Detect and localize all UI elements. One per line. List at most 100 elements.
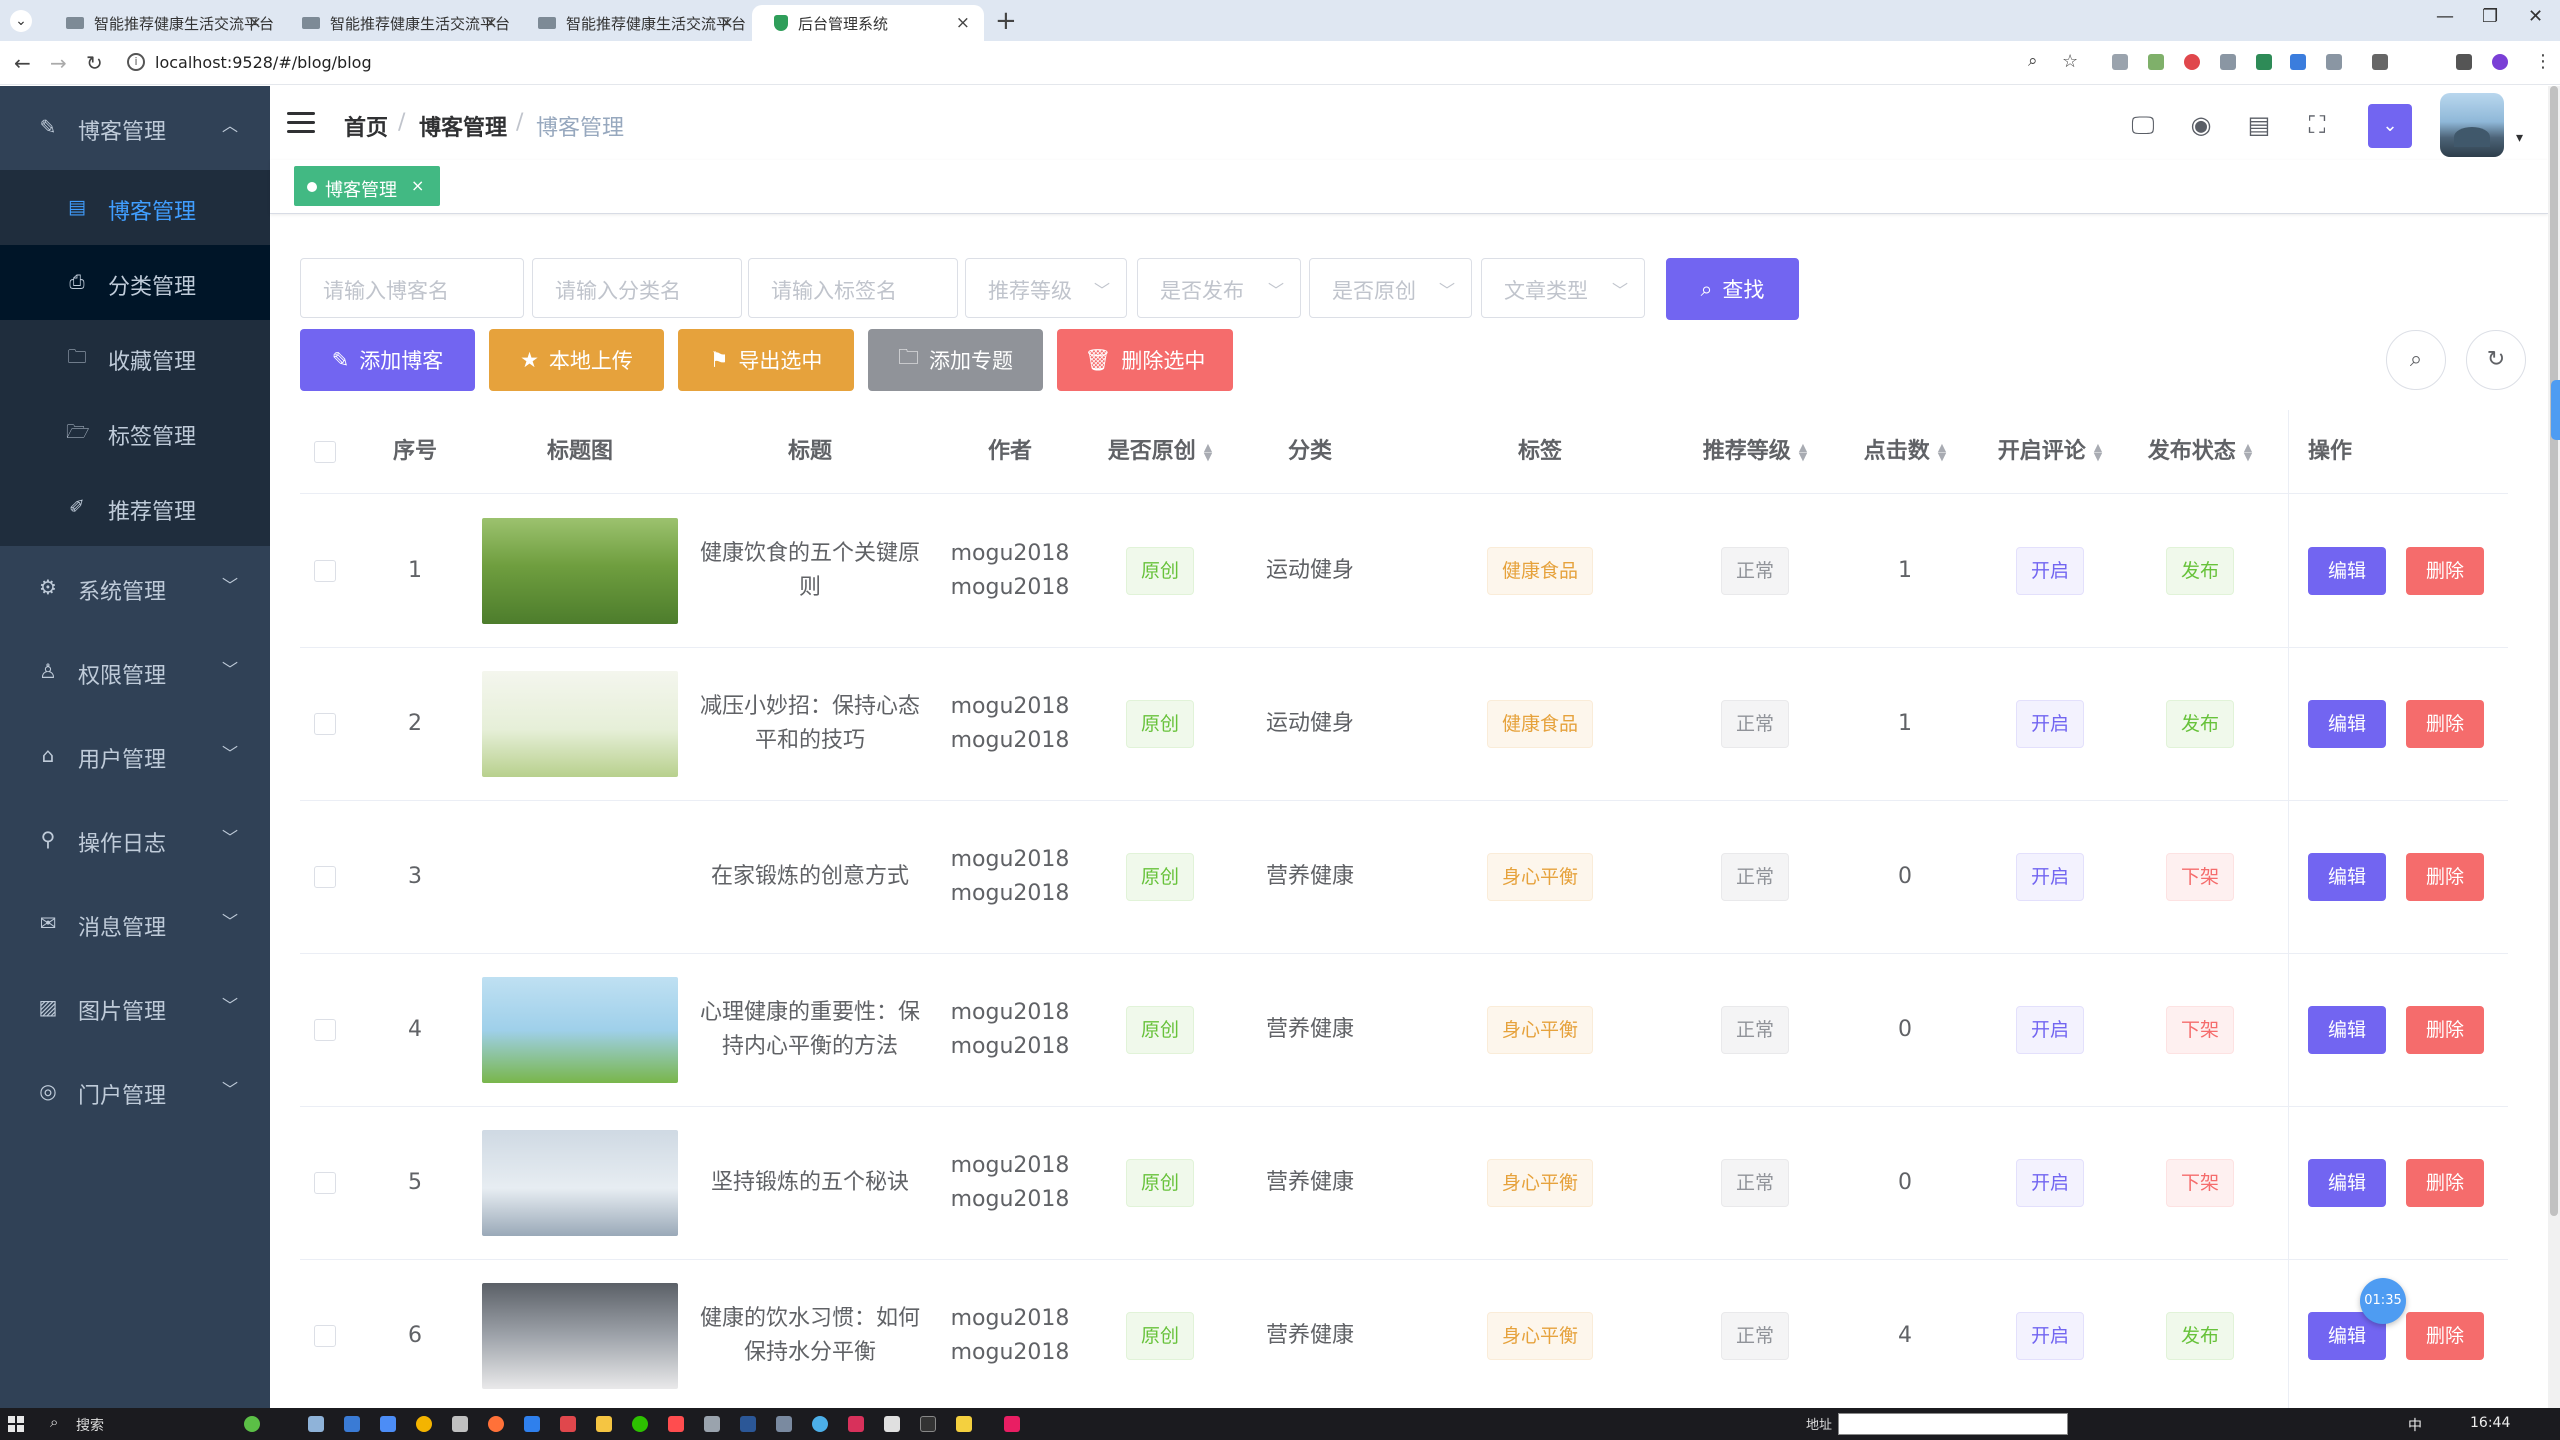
github-icon[interactable]: ◉	[2186, 110, 2216, 140]
sidebar-subitem-collect-manage[interactable]: 🗀 收藏管理	[0, 320, 270, 395]
jogger-photo[interactable]	[482, 1130, 678, 1236]
app-icon[interactable]	[776, 1416, 792, 1432]
more-menu-icon[interactable]: ⋮	[2534, 51, 2552, 72]
sprite-app-icon[interactable]	[244, 1416, 260, 1432]
sidebar-item-portal[interactable]: ◎ 门户管理 ﹀	[0, 1050, 270, 1134]
row-checkbox[interactable]	[314, 866, 336, 888]
tag-chip-blog[interactable]: 博客管理 ×	[294, 166, 440, 206]
table-row[interactable]: 2 减压小妙招：保持心态平和的技巧 mogu2018mogu2018 原创 运动…	[300, 648, 2508, 801]
app-icon[interactable]	[956, 1416, 972, 1432]
side-floating-tab[interactable]	[2551, 380, 2560, 440]
export-selected-button[interactable]: ⚑ 导出选中	[678, 329, 854, 391]
firefox-icon[interactable]	[488, 1416, 504, 1432]
bookmark-star-icon[interactable]: ☆	[2062, 51, 2078, 72]
vscode-icon[interactable]	[524, 1416, 540, 1432]
taskbar-clock[interactable]: 16:44	[2470, 1415, 2510, 1431]
app-icon[interactable]	[560, 1416, 576, 1432]
table-row[interactable]: 3 在家锻炼的创意方式 mogu2018mogu2018 原创 营养健康 身心平…	[300, 801, 2508, 954]
edit-button[interactable]: 编辑	[2308, 1159, 2387, 1207]
chrome-icon[interactable]	[416, 1416, 432, 1432]
sort-caret-icon[interactable]: ▲ ▼	[2244, 442, 2252, 462]
add-blog-button[interactable]: ✎ 添加博客	[300, 329, 475, 391]
publish-select[interactable]: 是否发布 ﹀	[1137, 258, 1301, 318]
add-subject-button[interactable]: 🗀 添加专题	[868, 329, 1043, 391]
document-list-icon[interactable]: ▤	[2244, 110, 2274, 140]
table-row[interactable]: 5 坚持锻炼的五个秘诀 mogu2018mogu2018 原创 营养健康 身心平…	[300, 1107, 2508, 1260]
blog-name-input[interactable]: 请输入博客名	[300, 258, 524, 318]
sidebar-item-picture[interactable]: ▨ 图片管理 ﹀	[0, 966, 270, 1050]
floating-timer-badge[interactable]: 01:35	[2360, 1278, 2406, 1324]
hamburger-menu-icon[interactable]	[287, 112, 315, 134]
close-tab-icon[interactable]: ×	[484, 13, 498, 33]
local-upload-button[interactable]: ★ 本地上传	[489, 329, 664, 391]
scrollbar-thumb[interactable]	[2550, 86, 2558, 1216]
refresh-icon[interactable]: ↻	[2466, 330, 2526, 390]
table-row[interactable]: 1 健康饮食的五个关键原则 mogu2018mogu2018 原创 运动健身 健…	[300, 495, 2508, 648]
avatar[interactable]	[2440, 93, 2504, 157]
sort-caret-icon[interactable]: ▲ ▼	[1799, 442, 1807, 462]
breadcrumb-home[interactable]: 首页	[344, 110, 388, 142]
download-icon[interactable]	[2372, 54, 2388, 70]
tag-name-input[interactable]: 请输入标签名	[748, 258, 958, 318]
table-row[interactable]: 4 心理健康的重要性：保持内心平衡的方法 mogu2018mogu2018 原创…	[300, 954, 2508, 1107]
caret-down-icon[interactable]: ▾	[2516, 130, 2523, 146]
sidebar-subitem-tag-manage[interactable]: 🗁 标签管理	[0, 395, 270, 470]
park-illustration[interactable]	[482, 671, 678, 777]
minimize-window-icon[interactable]: —	[2436, 6, 2454, 27]
sort-caret-icon[interactable]: ▲ ▼	[2094, 442, 2102, 462]
header-comment[interactable]: 开启评论 ▲ ▼	[1980, 410, 2120, 494]
translate-extension-icon[interactable]	[2290, 54, 2306, 70]
row-checkbox[interactable]	[314, 713, 336, 735]
app-icon[interactable]	[848, 1416, 864, 1432]
campaign-logo[interactable]	[482, 824, 678, 930]
browser-tab[interactable]: 智能推荐健康生活交流平台 ×	[280, 5, 512, 41]
image-extension-icon[interactable]	[2148, 54, 2164, 70]
clipboard-extension-icon[interactable]	[2220, 54, 2236, 70]
delete-button[interactable]: 删除	[2406, 547, 2485, 595]
table-row[interactable]: 6 健康的饮水习惯：如何保持水分平衡 mogu2018mogu2018 原创 营…	[300, 1260, 2508, 1413]
terminal-icon[interactable]	[740, 1416, 756, 1432]
sidebar-item-permission[interactable]: ♙ 权限管理 ﹀	[0, 630, 270, 714]
close-window-icon[interactable]: ✕	[2528, 6, 2543, 27]
profile-avatar-icon[interactable]	[2492, 54, 2508, 70]
edit-button[interactable]: 编辑	[2308, 547, 2387, 595]
level-select[interactable]: 推荐等级 ﹀	[965, 258, 1127, 318]
app-icon[interactable]	[920, 1416, 936, 1432]
forward-arrow-icon[interactable]: →	[50, 51, 67, 75]
url-input[interactable]: localhost:9528/#/blog/blog	[155, 53, 372, 72]
browser-tab-active[interactable]: 后台管理系统 ×	[752, 5, 984, 41]
header-status[interactable]: 发布状态 ▲ ▼	[2130, 410, 2270, 494]
sidebar-item-oplog[interactable]: ⚲ 操作日志 ﹀	[0, 798, 270, 882]
select-all-checkbox[interactable]	[314, 441, 336, 463]
page-scrollbar[interactable]	[2548, 86, 2560, 1408]
browser-tab[interactable]: 智能推荐健康生活交流平台 ×	[516, 5, 748, 41]
close-tag-icon[interactable]: ×	[411, 176, 424, 195]
shield-extension-icon[interactable]	[2184, 54, 2200, 70]
header-clicks[interactable]: 点击数 ▲ ▼	[1840, 410, 1970, 494]
sidepanel-icon[interactable]	[2456, 54, 2472, 70]
breadcrumb-blog[interactable]: 博客管理	[419, 110, 507, 142]
sidebar-item-system[interactable]: ⚙ 系统管理 ﹀	[0, 546, 270, 630]
search-button[interactable]: ⌕ 查找	[1666, 258, 1799, 320]
sort-caret-icon[interactable]: ▲ ▼	[1204, 442, 1212, 462]
tab-search-chevron-icon[interactable]: ⌄	[10, 10, 32, 32]
new-tab-plus-icon[interactable]: +	[995, 6, 1017, 36]
back-arrow-icon[interactable]: ←	[14, 51, 31, 75]
delete-selected-button[interactable]: 🗑 删除选中	[1057, 329, 1233, 391]
windows-start-icon[interactable]	[8, 1416, 24, 1432]
close-tab-icon[interactable]: ×	[956, 13, 970, 33]
header-original[interactable]: 是否原创 ▲ ▼	[1090, 410, 1230, 494]
row-checkbox[interactable]	[314, 1325, 336, 1347]
sort-name-input[interactable]: 请输入分类名	[532, 258, 742, 318]
zoom-icon[interactable]: ⌕	[2028, 51, 2038, 71]
row-checkbox[interactable]	[314, 1172, 336, 1194]
balloons-photo[interactable]	[482, 977, 678, 1083]
sort-caret-icon[interactable]: ▲ ▼	[1938, 442, 1946, 462]
sidebar-item-message[interactable]: ✉ 消息管理 ﹀	[0, 882, 270, 966]
sidebar-subitem-sort-manage[interactable]: ⎙ 分类管理	[0, 245, 270, 320]
camera-extension-icon[interactable]	[2112, 54, 2128, 70]
vue-extension-icon[interactable]	[2256, 54, 2272, 70]
row-checkbox[interactable]	[314, 560, 336, 582]
fullscreen-icon[interactable]: ⛶	[2302, 110, 2332, 140]
app-icon[interactable]	[668, 1416, 684, 1432]
